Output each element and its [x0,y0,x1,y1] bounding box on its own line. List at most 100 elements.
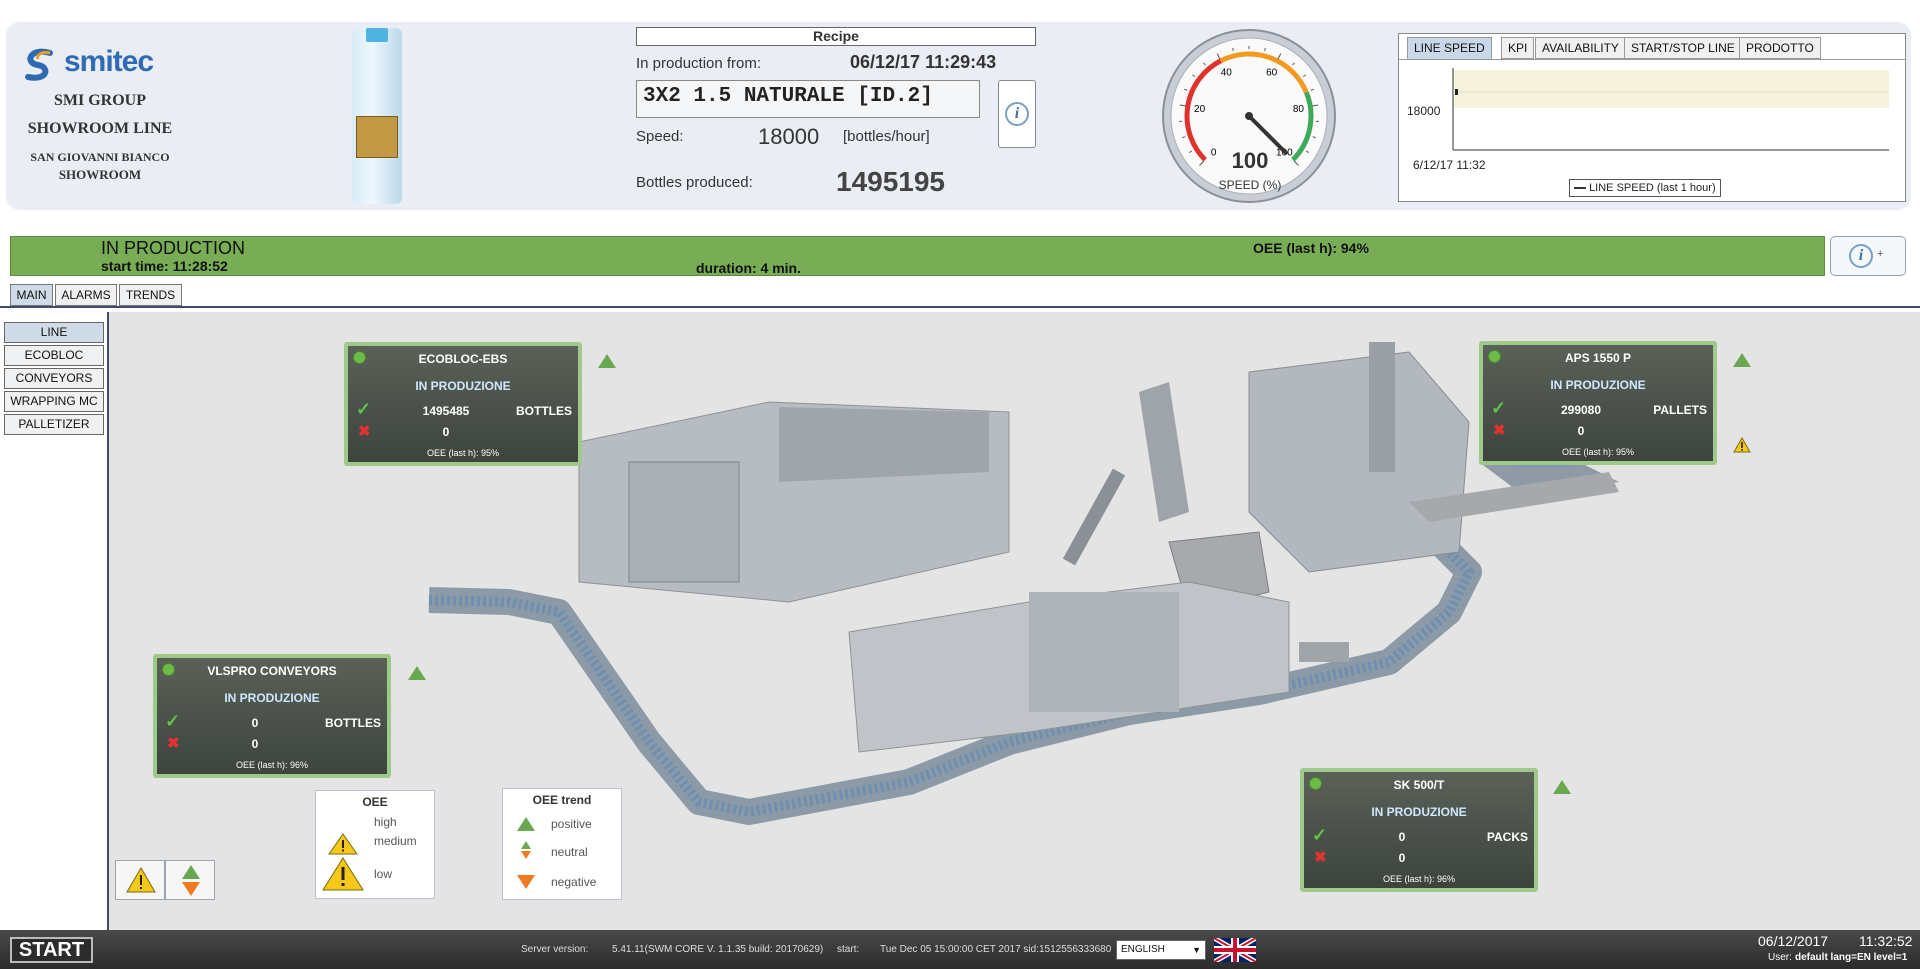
machine-count: 0 [1398,830,1406,844]
tab-availability[interactable]: AVAILABILITY [1535,37,1626,59]
machine-count: 0 [251,716,259,730]
machine-state: IN PRODUZIONE [224,691,320,705]
start-value: Tue Dec 05 15:00:00 CET 2017 sid:1512556… [880,944,1112,955]
stairs [1062,468,1126,566]
uk-flag-icon[interactable] [1214,938,1256,962]
speed-value: 18000 [758,124,820,149]
machine-rejects: 0 [442,425,450,439]
tab-prodotto[interactable]: PRODOTTO [1739,37,1821,59]
oee-low-label: low [374,867,393,881]
tab-alarms[interactable]: ALARMS [55,284,117,306]
trend-legend-title: OEE trend [532,793,592,807]
location-name: SAN GIOVANNI BIANCO [30,150,170,164]
machine-panel-sk500[interactable]: SK 500/T IN PRODUZIONE ✓ 0 PACKS ✖ 0 OEE… [1300,768,1538,892]
trend-positive-label: positive [551,817,592,831]
language-select[interactable]: ENGLISH ▼ [1116,940,1206,960]
check-icon: ✓ [1491,398,1507,418]
in-production-from-label: In production from: [636,55,762,72]
trend-up-icon [182,865,200,879]
gauge-tick [1232,47,1234,51]
tab-main[interactable]: MAIN [10,284,53,306]
trend-toggle-button[interactable] [165,860,215,900]
oee-legend-title: OEE [362,795,388,809]
ecobloc-section [628,461,740,583]
machine-state: IN PRODUZIONE [1550,378,1646,392]
warning-low-icon [322,857,364,891]
company-name: SMI GROUP [54,92,146,109]
chart-y-tick: 18000 [1407,104,1441,118]
machine-unit: BOTTLES [516,404,572,418]
machine-rejects: 0 [1577,424,1585,438]
sidebar-item-line[interactable]: LINE [4,322,104,343]
reject-icon: ✖ [358,423,371,440]
line-state: IN PRODUCTION [101,238,245,258]
machine-panel-vlspro[interactable]: VLSPRO CONVEYORS IN PRODUZIONE ✓ 0 BOTTL… [153,654,391,778]
info-icon: i [1005,102,1029,126]
gauge-tick-label: 60 [1266,67,1278,78]
trend-negative-icon [517,875,535,889]
side-nav: LINE ECOBLOC CONVEYORS WRAPPING MC PALLE… [0,312,108,932]
in-production-from-value: 06/12/17 11:29:43 [850,52,997,72]
chart-legend: LINE SPEED (last 1 hour) [1569,179,1721,197]
recipe-name-field: 3X2 1.5 NATURALE [ID.2] [636,80,980,118]
server-version-value: 5.41.11(SWM CORE V. 1.1.35 build: 201706… [612,944,824,955]
palletizer-machine [1248,351,1470,573]
trend-up-icon [1733,353,1751,367]
recipe-info-button[interactable]: i [998,80,1036,148]
user-value: default lang=EN level=1 [1795,952,1908,963]
machine-count: 1495485 [422,404,470,418]
trend-down-icon [182,882,200,896]
gauge-label: SPEED (%) [1218,178,1282,192]
start-label: start: [837,944,860,955]
oee-medium-label: medium [374,834,417,848]
machine-panel-ecobloc[interactable]: ECOBLOC-EBS IN PRODUZIONE ✓ 1495485 BOTT… [344,342,582,466]
elevator [1139,382,1189,522]
line-start-time: start time: 11:28:52 [101,258,228,274]
palletizer-column [1369,342,1395,472]
tab-kpi[interactable]: KPI [1501,37,1535,59]
chart-band [1453,70,1889,108]
check-icon: ✓ [165,711,181,731]
alarm-toggle-button[interactable] [115,860,165,900]
status-info-button[interactable]: i + [1830,236,1906,276]
machine-state: IN PRODUZIONE [1371,805,1467,819]
sidebar-item-wrapping-mc[interactable]: WRAPPING MC [4,391,104,412]
smitec-logo-icon [25,48,53,81]
user-label: User: [1768,952,1792,963]
reject-icon: ✖ [1493,422,1506,439]
legend-line-swatch [1574,187,1586,190]
sidebar-item-palletizer[interactable]: PALLETIZER [4,414,104,435]
clock-time: 11:32:52 [1859,933,1913,949]
clock-date: 06/12/2017 [1758,933,1829,949]
gauge-tick-label: 40 [1221,67,1233,78]
tab-trends[interactable]: TRENDS [119,284,182,306]
tab-start-stop-line[interactable]: START/STOP LINE [1624,37,1742,59]
machine-oee: OEE (last h): 96% [235,760,309,770]
pack-exit [1299,642,1349,662]
machine-panel-aps[interactable]: APS 1550 P IN PRODUZIONE ✓ 299080 PALLET… [1479,341,1717,465]
trend-neutral-up-icon [521,841,531,849]
machine-rejects: 0 [1398,851,1406,865]
oee-legend: OEE high medium low [315,790,435,899]
machine-title: ECOBLOC-EBS [418,352,508,366]
trend-up-icon [408,666,426,680]
language-value: ENGLISH [1121,944,1165,955]
sidebar-item-conveyors[interactable]: CONVEYORS [4,368,104,389]
gauge-tick-label: 80 [1293,104,1305,115]
start-button[interactable]: START [10,937,93,963]
gauge-value: 100 [1231,148,1269,173]
line-duration: duration: 4 min. [696,260,801,276]
recipe-title: Recipe [636,27,1036,46]
chart-x-tick: 6/12/17 11:32 [1413,158,1486,172]
tab-line-speed[interactable]: LINE SPEED [1407,37,1492,59]
machine-title: APS 1550 P [1564,351,1632,365]
machine-oee: OEE (last h): 95% [426,448,500,458]
machine-title: SK 500/T [1393,778,1445,792]
reject-icon: ✖ [1314,849,1327,866]
sidebar-item-ecobloc[interactable]: ECOBLOC [4,345,104,366]
bottles-produced-label: Bottles produced: [636,174,753,191]
smitec-logo: smitec [20,45,180,85]
machine-state: IN PRODUZIONE [415,379,511,393]
legend-series-name: LINE SPEED (last 1 hour) [1589,182,1716,194]
line-oee: OEE (last h): 94% [1253,240,1369,256]
